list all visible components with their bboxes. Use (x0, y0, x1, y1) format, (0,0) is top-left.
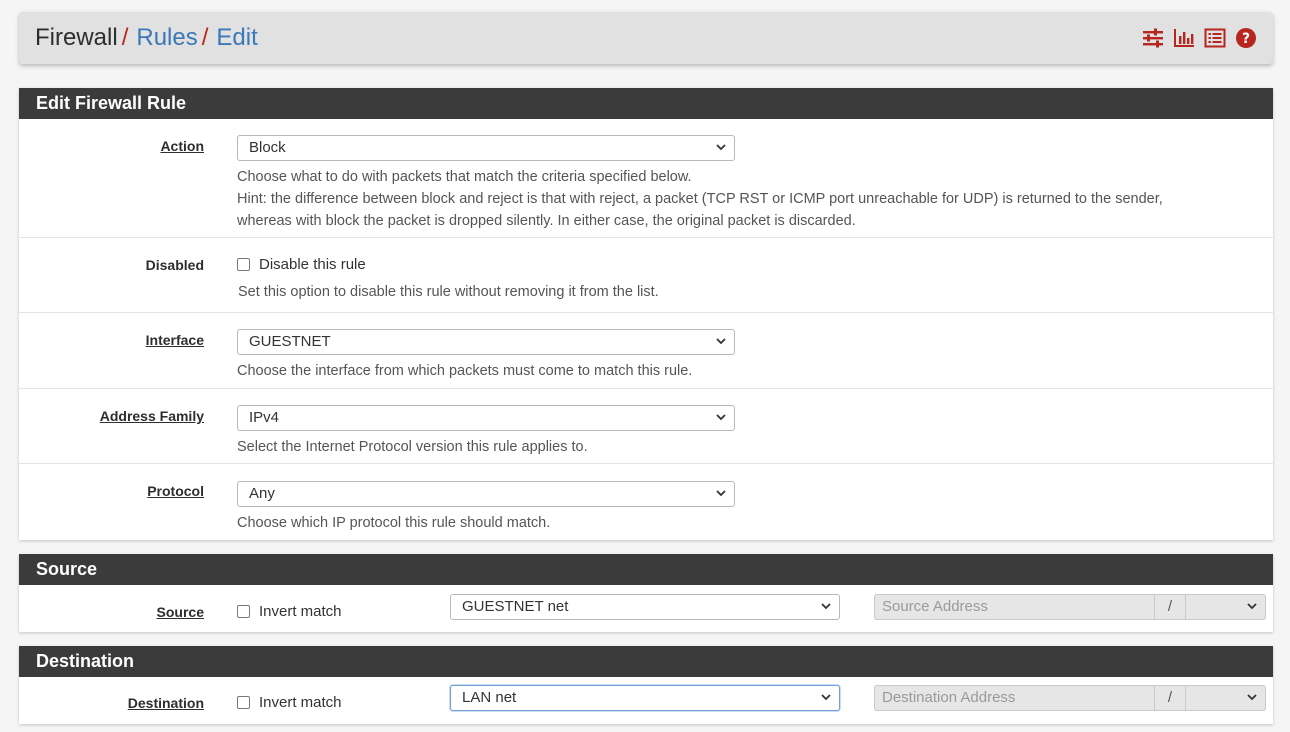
action-select-value: Block (249, 139, 286, 156)
destination-row: Destination Invert match LAN net Destina… (19, 677, 1273, 724)
destination-type-value: LAN net (462, 689, 517, 706)
source-invert-label: Invert match (259, 603, 342, 620)
disabled-help: Set this option to disable this rule wit… (238, 284, 659, 300)
address-family-help: Select the Internet Protocol version thi… (237, 439, 588, 455)
sliders-icon[interactable] (1142, 27, 1164, 49)
source-invert-option[interactable]: Invert match (237, 603, 342, 620)
chevron-down-icon (1247, 603, 1257, 610)
breadcrumb: Firewall / Rules / Edit (35, 24, 258, 52)
edit-rule-panel: Edit Firewall Rule Action Block Choose w… (19, 88, 1273, 540)
protocol-label: Protocol (147, 483, 204, 499)
interface-select-value: GUESTNET (249, 333, 331, 350)
source-label: Source (156, 604, 204, 620)
source-address-input[interactable]: Source Address (874, 594, 1154, 620)
breadcrumb-firewall: Firewall (35, 24, 118, 51)
destination-mask-select[interactable] (1186, 685, 1266, 711)
svg-text:?: ? (1242, 31, 1250, 47)
chevron-down-icon (716, 414, 726, 421)
destination-mask-separator: / (1154, 685, 1186, 711)
interface-help: Choose the interface from which packets … (237, 363, 693, 379)
address-family-row: Address Family IPv4 Select the Internet … (19, 389, 1273, 464)
help-icon[interactable]: ? (1235, 27, 1257, 49)
chevron-down-icon (821, 603, 831, 610)
action-help-line: whereas with block the packet is dropped… (237, 213, 856, 229)
panel-title: Source (19, 554, 1273, 585)
destination-invert-label: Invert match (259, 694, 342, 711)
protocol-select-value: Any (249, 485, 275, 502)
source-invert-checkbox[interactable] (237, 605, 250, 618)
list-icon[interactable] (1204, 27, 1226, 49)
address-family-label: Address Family (99, 408, 204, 424)
interface-row: Interface GUESTNET Choose the interface … (19, 313, 1273, 389)
action-help-line: Hint: the difference between block and r… (237, 191, 1163, 207)
source-type-select[interactable]: GUESTNET net (450, 594, 840, 620)
protocol-help: Choose which IP protocol this rule shoul… (237, 515, 551, 531)
disable-rule-option[interactable]: Disable this rule (237, 256, 366, 273)
interface-select[interactable]: GUESTNET (237, 329, 735, 355)
panel-title: Destination (19, 646, 1273, 677)
chevron-down-icon (716, 144, 726, 151)
breadcrumb-rules-link[interactable]: Rules (136, 24, 197, 52)
action-help-line: Choose what to do with packets that matc… (237, 169, 692, 185)
action-row: Action Block Choose what to do with pack… (19, 119, 1273, 238)
destination-panel: Destination Destination Invert match LAN… (19, 646, 1273, 724)
destination-address-input[interactable]: Destination Address (874, 685, 1154, 711)
destination-invert-checkbox[interactable] (237, 696, 250, 709)
destination-label: Destination (127, 695, 204, 711)
action-help: Choose what to do with packets that matc… (237, 166, 1163, 232)
page-header: Firewall / Rules / Edit ? (19, 12, 1273, 64)
protocol-select[interactable]: Any (237, 481, 735, 507)
breadcrumb-separator: / (201, 24, 209, 51)
source-panel: Source Source Invert match GUESTNET net … (19, 554, 1273, 632)
source-type-value: GUESTNET net (462, 598, 569, 615)
source-mask-separator: / (1154, 594, 1186, 620)
chevron-down-icon (716, 338, 726, 345)
breadcrumb-edit-link[interactable]: Edit (216, 24, 257, 52)
breadcrumb-separator: / (121, 24, 129, 51)
destination-invert-option[interactable]: Invert match (237, 694, 342, 711)
chevron-down-icon (716, 490, 726, 497)
disable-rule-checkbox-label: Disable this rule (259, 256, 366, 273)
disabled-row: Disabled Disable this rule Set this opti… (19, 238, 1273, 313)
panel-title: Edit Firewall Rule (19, 88, 1273, 119)
bar-chart-icon[interactable] (1173, 27, 1195, 49)
destination-type-select[interactable]: LAN net (450, 685, 840, 711)
chevron-down-icon (1247, 694, 1257, 701)
action-label: Action (160, 138, 204, 154)
chevron-down-icon (821, 694, 831, 701)
disable-rule-checkbox[interactable] (237, 258, 250, 271)
source-row: Source Invert match GUESTNET net Source … (19, 585, 1273, 632)
address-family-select[interactable]: IPv4 (237, 405, 735, 431)
disabled-label: Disabled (145, 257, 204, 273)
source-mask-select[interactable] (1186, 594, 1266, 620)
address-family-select-value: IPv4 (249, 409, 280, 426)
header-icon-bar: ? (1142, 27, 1257, 49)
interface-label: Interface (145, 332, 204, 348)
protocol-row: Protocol Any Choose which IP protocol th… (19, 464, 1273, 540)
action-select[interactable]: Block (237, 135, 735, 161)
